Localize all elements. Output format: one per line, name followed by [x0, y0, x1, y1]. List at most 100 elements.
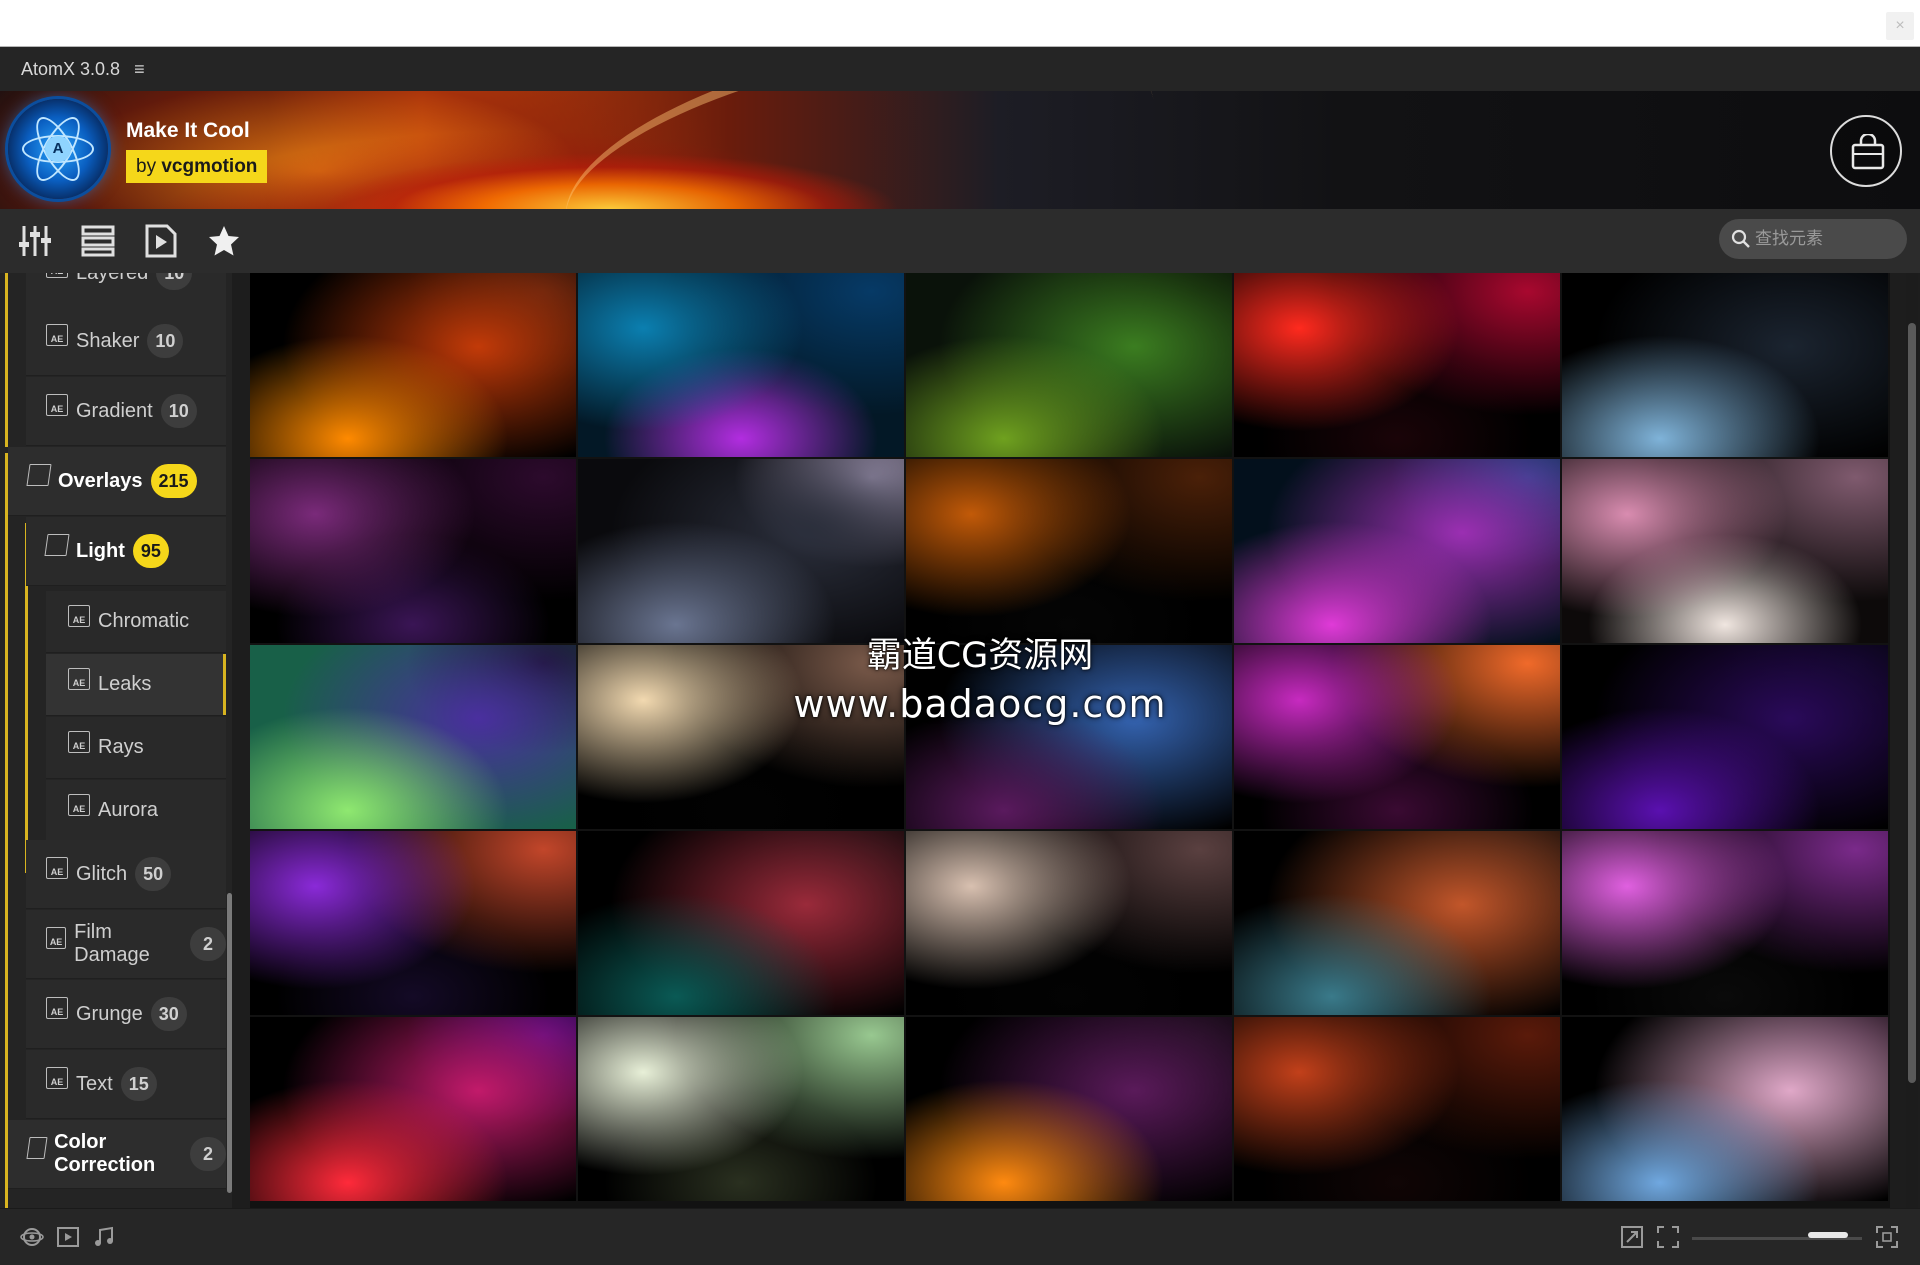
sidebar-item-shaker[interactable]: AE Shaker 10	[26, 307, 226, 376]
preset-thumbnail[interactable]	[906, 645, 1232, 829]
preset-thumbnail[interactable]	[1234, 831, 1560, 1015]
sidebar-item-film-damage[interactable]: AE Film Damage 2	[26, 910, 226, 979]
music-note-icon[interactable]	[92, 1225, 116, 1249]
count-badge: 10	[160, 394, 197, 428]
pack-title: Make It Cool	[126, 119, 250, 142]
preset-thumbnail[interactable]	[1562, 1017, 1888, 1201]
mixer-sliders-icon[interactable]	[15, 221, 55, 261]
preset-thumbnail[interactable]	[250, 273, 576, 457]
preset-thumbnail[interactable]	[906, 831, 1232, 1015]
preset-thumbnail[interactable]	[1234, 645, 1560, 829]
preset-thumbnail[interactable]	[250, 1017, 576, 1201]
count-badge: 215	[150, 464, 197, 498]
preset-thumbnail[interactable]	[250, 831, 576, 1015]
preset-thumbnail[interactable]	[578, 645, 904, 829]
fit-frame-icon[interactable]	[1656, 1225, 1680, 1249]
ae-file-icon: AE	[46, 273, 68, 278]
sidebar-item-layered[interactable]: AE Layered 10	[26, 273, 226, 308]
preset-thumbnail[interactable]	[578, 831, 904, 1015]
ae-file-icon: AE	[46, 1067, 68, 1089]
count-badge: 10	[156, 273, 193, 290]
search-box[interactable]	[1719, 219, 1907, 259]
sidebar-item-label: Light	[76, 539, 125, 562]
preset-thumbnail[interactable]	[906, 1017, 1232, 1201]
sidebar-item-label: Leaks	[98, 673, 152, 695]
ae-file-icon: AE	[68, 667, 90, 690]
sidebar-item-label: Rays	[98, 736, 144, 758]
sidebar-item-label: Shaker	[76, 329, 140, 352]
ae-file-icon: AE	[46, 997, 68, 1019]
title-bar: AtomX 3.0.8 ≡	[0, 47, 1920, 91]
fullscreen-icon[interactable]	[1875, 1225, 1899, 1249]
video-clip-icon[interactable]	[56, 1225, 80, 1249]
ae-file-icon: AE	[46, 394, 68, 416]
sidebar-item-label: Layered	[76, 273, 148, 285]
store-bag-button[interactable]	[1830, 115, 1902, 187]
sidebar-item-gradient[interactable]: AE Gradient 10	[26, 377, 226, 446]
preset-thumbnail[interactable]	[1562, 459, 1888, 643]
window-frame: ×	[0, 0, 1920, 47]
preset-thumbnail[interactable]	[1234, 273, 1560, 457]
resize-icon[interactable]	[1620, 1225, 1644, 1249]
preset-thumbnail[interactable]	[906, 459, 1232, 643]
sidebar-item-label: Glitch	[76, 862, 128, 885]
close-button[interactable]: ×	[1886, 12, 1914, 40]
bottom-bar	[0, 1208, 1920, 1265]
sidebar-item-overlays[interactable]: Overlays 215	[8, 447, 226, 516]
preset-thumbnail[interactable]	[1562, 645, 1888, 829]
sidebar-item-color-correction[interactable]: Color Correction 2	[8, 1120, 226, 1189]
preset-thumbnail[interactable]	[1234, 459, 1560, 643]
preset-thumbnail[interactable]	[1234, 1017, 1560, 1201]
ae-file-icon: AE	[46, 324, 68, 346]
shopping-bag-icon	[1851, 134, 1885, 170]
preset-thumbnail[interactable]	[578, 459, 904, 643]
slider-handle[interactable]	[1808, 1232, 1848, 1238]
sidebar-item-leaks[interactable]: AE Leaks	[46, 654, 226, 716]
sidebar-item-rays[interactable]: AE Rays	[46, 717, 226, 779]
grid-scrollbar[interactable]	[1908, 323, 1916, 1083]
sidebar-item-label: Aurora	[98, 799, 159, 821]
category-sidebar: AE Layered 10 AE Shaker 10 AE Gradient 10 Overlay…	[0, 273, 232, 1208]
preview-play-icon[interactable]	[141, 221, 181, 261]
sidebar-item-label: Text	[76, 1072, 113, 1095]
count-badge: 2	[190, 927, 226, 961]
preset-thumbnail[interactable]	[250, 645, 576, 829]
favorites-star-icon[interactable]	[204, 221, 244, 261]
preset-thumbnail[interactable]	[578, 1017, 904, 1201]
preset-thumbnail[interactable]	[578, 273, 904, 457]
3d-object-icon[interactable]	[20, 1225, 44, 1249]
sidebar-scrollbar[interactable]	[227, 893, 232, 1193]
count-badge: 30	[150, 997, 187, 1031]
preset-thumbnail[interactable]	[250, 459, 576, 643]
ae-file-icon: AE	[46, 857, 68, 879]
sidebar-item-label: Film Damage	[74, 921, 150, 966]
folder-icon	[26, 464, 52, 486]
preset-thumbnail[interactable]	[1562, 831, 1888, 1015]
preset-thumbnail[interactable]	[906, 273, 1232, 457]
toolbar	[0, 209, 1920, 273]
sidebar-item-aurora[interactable]: AE Aurora	[46, 780, 226, 842]
sidebar-item-glitch[interactable]: AE Glitch 50	[26, 840, 226, 909]
folder-icon	[26, 1137, 48, 1159]
search-input[interactable]	[1755, 229, 1895, 249]
sidebar-item-chromatic[interactable]: AE Chromatic	[46, 591, 226, 653]
hamburger-menu-icon[interactable]: ≡	[134, 59, 145, 80]
sidebar-item-label: Grunge	[76, 1002, 143, 1025]
count-badge: 50	[135, 857, 172, 891]
list-view-icon[interactable]	[78, 221, 118, 261]
sidebar-item-text[interactable]: AE Text 15	[26, 1050, 226, 1119]
sidebar-item-label: Overlays	[58, 469, 143, 492]
sidebar-item-light[interactable]: Light 95	[26, 517, 226, 586]
count-badge: 2	[190, 1137, 226, 1171]
app-title: AtomX 3.0.8	[21, 58, 121, 79]
pack-banner: A Make It Cool by vcgmotion	[0, 91, 1920, 209]
ae-file-icon: AE	[68, 604, 90, 627]
sidebar-item-grunge[interactable]: AE Grunge 30	[26, 980, 226, 1049]
thumbnail-grid	[250, 273, 1890, 1208]
count-badge: 95	[132, 534, 169, 568]
preset-thumbnail[interactable]	[1562, 273, 1888, 457]
pack-author-badge[interactable]: by vcgmotion	[126, 150, 268, 183]
sidebar-item-label: Color Correction	[54, 1131, 156, 1176]
sidebar-item-label: Chromatic	[98, 610, 190, 632]
app-panel: AtomX 3.0.8 ≡ A Make It Cool by vcgmotio…	[0, 47, 1920, 1265]
